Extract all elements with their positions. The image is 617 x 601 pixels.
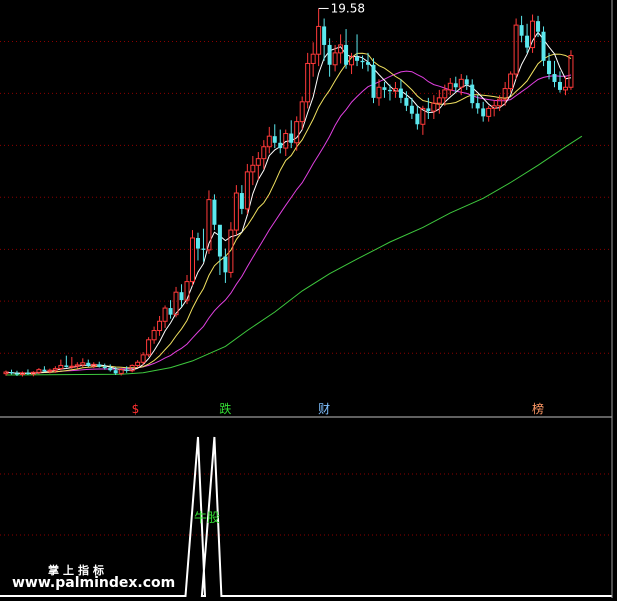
candle-body <box>25 372 30 374</box>
candle-body <box>371 64 376 98</box>
candle-body <box>168 308 173 315</box>
candle-body <box>541 31 546 61</box>
candle-body <box>201 248 206 250</box>
candle-body <box>102 366 107 369</box>
candle-body <box>360 60 365 63</box>
candle-body <box>415 113 420 125</box>
stock-chart: 19.58 $ 跌 财 榜 牛股 <box>0 0 617 601</box>
candle-body <box>108 368 113 371</box>
candle-body <box>327 44 332 65</box>
candle-body <box>69 365 75 368</box>
candle-body <box>14 373 19 375</box>
candle-body <box>272 136 277 143</box>
candle <box>371 58 376 104</box>
candle-body <box>278 142 283 149</box>
candle-body <box>366 62 371 65</box>
candle-body <box>217 224 222 257</box>
candle-body <box>223 256 228 273</box>
candle-body <box>97 364 102 367</box>
candle-body <box>382 87 387 90</box>
candle-body <box>86 362 91 366</box>
candle-body <box>113 370 118 374</box>
candle-body <box>547 60 552 75</box>
niu-gu-label: 牛股 <box>194 511 220 526</box>
candle <box>212 194 217 231</box>
candle-body <box>453 83 458 88</box>
signal-bang: 榜 <box>532 401 544 416</box>
max-price-label: 19.58 <box>331 1 365 15</box>
candle-body <box>289 133 294 143</box>
candle-body <box>464 79 469 85</box>
candle-body <box>536 21 541 32</box>
candle-body <box>557 81 562 90</box>
candle-body <box>404 97 409 106</box>
candle-body <box>552 74 557 82</box>
candle-body <box>195 237 200 249</box>
candle-body <box>481 108 486 117</box>
candle-body <box>470 84 475 104</box>
candle-body <box>239 193 244 209</box>
candle-body <box>409 105 414 114</box>
candle-body <box>426 108 431 112</box>
candle-body <box>519 25 524 36</box>
candle-body <box>525 35 530 48</box>
candle-body <box>398 88 403 98</box>
signal-cai: 财 <box>318 402 330 416</box>
watermark-url: www.palmindex.com <box>12 575 176 591</box>
candle-body <box>387 89 392 92</box>
candle-body <box>64 365 69 368</box>
candle <box>541 26 546 67</box>
signal-die: 跌 <box>219 401 231 416</box>
candle-body <box>344 44 349 65</box>
candle-body <box>355 56 360 61</box>
candle-body <box>42 369 47 372</box>
candle-body <box>322 26 327 45</box>
candle-body <box>212 199 217 225</box>
candle-body <box>475 103 480 109</box>
candle-body <box>124 369 129 371</box>
signal-dollar: $ <box>132 402 140 416</box>
candle-body <box>9 372 14 374</box>
candle-body <box>179 292 184 301</box>
